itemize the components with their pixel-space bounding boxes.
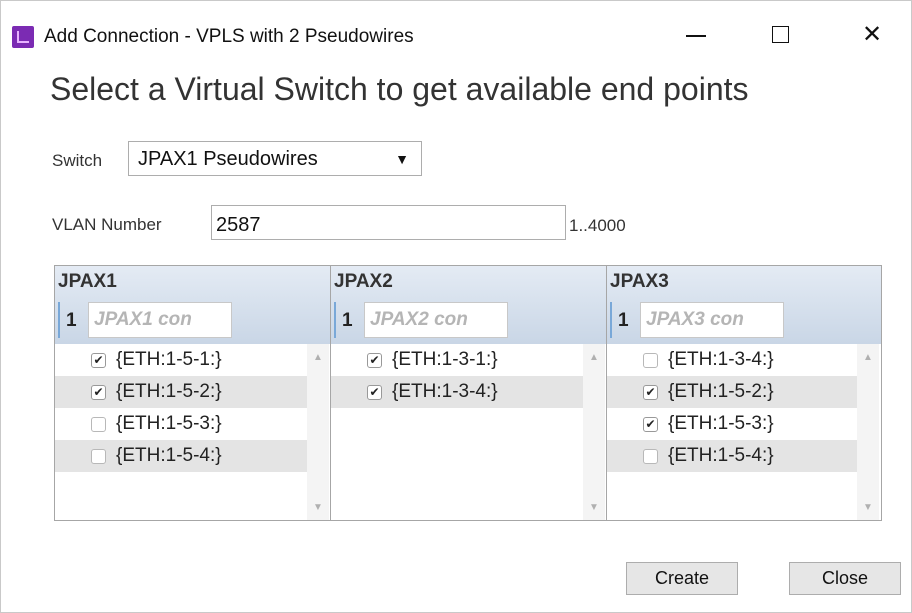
checked-checkbox[interactable]: ✔ bbox=[367, 384, 382, 400]
checked-checkbox[interactable]: ✔ bbox=[91, 352, 106, 368]
scroll-up-icon[interactable]: ▲ bbox=[313, 352, 323, 363]
checked-checkbox[interactable]: ✔ bbox=[643, 416, 658, 432]
list-item[interactable]: ✔ {ETH:1-5-2:} bbox=[607, 376, 857, 408]
endpoint-label: {ETH:1-3-4:} bbox=[668, 349, 774, 370]
vlan-label: VLAN Number bbox=[52, 215, 162, 234]
scrollbar[interactable]: ▲ ▼ bbox=[857, 344, 879, 520]
filter-input[interactable]: JPAX2 con bbox=[364, 302, 508, 338]
checkmark-icon: ✔ bbox=[645, 385, 656, 399]
switch-selected-value: JPAX1 Pseudowires bbox=[138, 148, 318, 170]
checked-checkbox[interactable]: ✔ bbox=[643, 384, 658, 400]
close-button[interactable]: Close bbox=[789, 562, 901, 595]
endpoint-label: {ETH:1-5-3:} bbox=[668, 413, 774, 434]
checkmark-icon: ✔ bbox=[645, 417, 656, 431]
filter-column-number: 1 bbox=[58, 302, 88, 338]
endpoint-label: {ETH:1-5-3:} bbox=[116, 413, 222, 434]
close-icon: ✕ bbox=[861, 20, 883, 48]
filter-column-number: 1 bbox=[610, 302, 640, 338]
unchecked-checkbox[interactable] bbox=[643, 448, 658, 464]
minimize-icon bbox=[686, 35, 706, 37]
checkmark-icon: ✔ bbox=[93, 385, 104, 399]
panel-jpax1: JPAX1 1 JPAX1 con ✔ {ETH:1-5-1:} ✔ {ETH:1-… bbox=[55, 266, 331, 520]
list-item[interactable]: ✔ {ETH:1-3-4:} bbox=[331, 376, 583, 408]
vlan-range-hint: 1..4000 bbox=[569, 216, 626, 235]
page-heading: Select a Virtual Switch to get available… bbox=[50, 71, 749, 107]
scroll-up-icon[interactable]: ▲ bbox=[863, 352, 873, 363]
panel-header: JPAX1 1 JPAX1 con bbox=[55, 266, 330, 344]
endpoint-label: {ETH:1-3-4:} bbox=[392, 381, 498, 402]
filter-column-number: 1 bbox=[334, 302, 364, 338]
endpoint-label: {ETH:1-5-4:} bbox=[116, 445, 222, 466]
scroll-up-icon[interactable]: ▲ bbox=[589, 352, 599, 363]
list-item[interactable]: ✔ {ETH:1-5-2:} bbox=[55, 376, 307, 408]
checkmark-icon: ✔ bbox=[93, 353, 104, 367]
panel-title: JPAX1 bbox=[58, 271, 117, 292]
endpoint-list: {ETH:1-3-4:} ✔ {ETH:1-5-2:} ✔ {ETH:1-5-3:}… bbox=[607, 344, 881, 520]
vlan-number-input[interactable] bbox=[211, 205, 566, 240]
endpoint-list: ✔ {ETH:1-5-1:} ✔ {ETH:1-5-2:} {ETH:1-5-3:… bbox=[55, 344, 330, 520]
switch-label: Switch bbox=[52, 151, 103, 170]
checkmark-icon: ✔ bbox=[369, 353, 380, 367]
panel-header: JPAX3 1 JPAX3 con bbox=[607, 266, 881, 344]
unchecked-checkbox[interactable] bbox=[643, 352, 658, 368]
switch-select[interactable]: JPAX1 Pseudowires ▼ bbox=[128, 141, 422, 176]
list-item[interactable]: ✔ {ETH:1-5-3:} bbox=[607, 408, 857, 440]
list-item[interactable]: {ETH:1-5-3:} bbox=[55, 408, 307, 440]
panel-jpax2: JPAX2 1 JPAX2 con ✔ {ETH:1-3-1:} ✔ {ETH:1-… bbox=[331, 266, 607, 520]
endpoint-label: {ETH:1-3-1:} bbox=[392, 349, 498, 370]
panel-title: JPAX2 bbox=[334, 271, 393, 292]
endpoint-list: ✔ {ETH:1-3-1:} ✔ {ETH:1-3-4:} ▲ ▼ bbox=[331, 344, 606, 520]
endpoint-panels: JPAX1 1 JPAX1 con ✔ {ETH:1-5-1:} ✔ {ETH:1-… bbox=[54, 265, 882, 521]
scroll-down-icon[interactable]: ▼ bbox=[313, 502, 323, 513]
dialog-window: Add Connection - VPLS with 2 Pseudowires… bbox=[0, 0, 912, 613]
scrollbar[interactable]: ▲ ▼ bbox=[583, 344, 605, 520]
unchecked-checkbox[interactable] bbox=[91, 448, 106, 464]
panel-jpax3: JPAX3 1 JPAX3 con {ETH:1-3-4:} ✔ {ETH:1-5… bbox=[607, 266, 881, 520]
scrollbar[interactable]: ▲ ▼ bbox=[307, 344, 329, 520]
list-item[interactable]: {ETH:1-5-4:} bbox=[607, 440, 857, 472]
list-item[interactable]: ✔ {ETH:1-3-1:} bbox=[331, 344, 583, 376]
filter-input[interactable]: JPAX1 con bbox=[88, 302, 232, 338]
maximize-icon bbox=[771, 25, 789, 43]
list-item[interactable]: {ETH:1-5-4:} bbox=[55, 440, 307, 472]
create-button[interactable]: Create bbox=[626, 562, 738, 595]
filter-input[interactable]: JPAX3 con bbox=[640, 302, 784, 338]
checked-checkbox[interactable]: ✔ bbox=[91, 384, 106, 400]
minimize-button[interactable] bbox=[673, 14, 719, 54]
unchecked-checkbox[interactable] bbox=[91, 416, 106, 432]
close-window-button[interactable]: ✕ bbox=[849, 14, 895, 54]
panel-title: JPAX3 bbox=[610, 271, 669, 292]
list-item[interactable]: ✔ {ETH:1-5-1:} bbox=[55, 344, 307, 376]
scroll-down-icon[interactable]: ▼ bbox=[863, 502, 873, 513]
endpoint-label: {ETH:1-5-2:} bbox=[668, 381, 774, 402]
endpoint-label: {ETH:1-5-4:} bbox=[668, 445, 774, 466]
endpoint-label: {ETH:1-5-2:} bbox=[116, 381, 222, 402]
maximize-button[interactable] bbox=[757, 14, 803, 54]
endpoint-label: {ETH:1-5-1:} bbox=[116, 349, 222, 370]
panel-header: JPAX2 1 JPAX2 con bbox=[331, 266, 606, 344]
app-icon bbox=[12, 26, 34, 48]
checked-checkbox[interactable]: ✔ bbox=[367, 352, 382, 368]
list-item[interactable]: {ETH:1-3-4:} bbox=[607, 344, 857, 376]
scroll-down-icon[interactable]: ▼ bbox=[589, 502, 599, 513]
title-bar[interactable]: Add Connection - VPLS with 2 Pseudowires… bbox=[1, 1, 911, 57]
checkmark-icon: ✔ bbox=[369, 385, 380, 399]
dropdown-arrow-icon: ▼ bbox=[395, 151, 409, 167]
window-title: Add Connection - VPLS with 2 Pseudowires bbox=[44, 26, 414, 47]
